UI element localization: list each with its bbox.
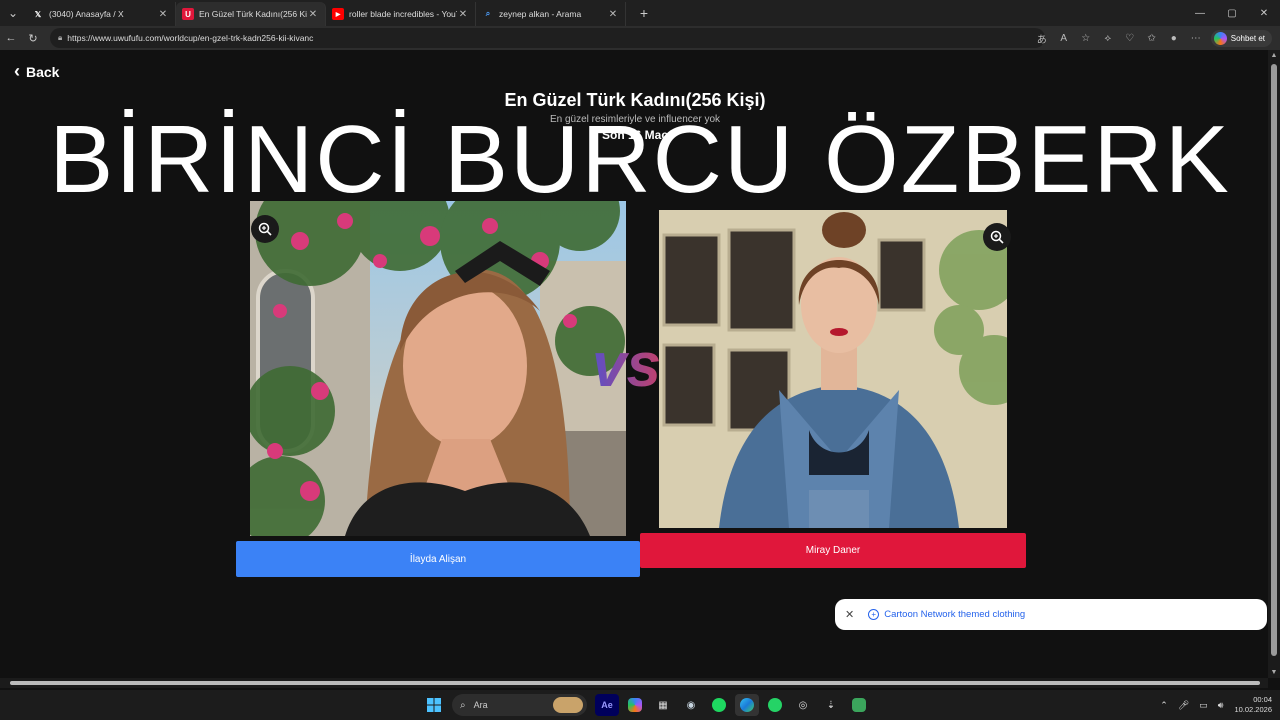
chevron-left-icon: ‹: [14, 61, 20, 81]
clock-time: 00:04: [1253, 695, 1272, 704]
x-logo-icon: 𝕏: [34, 9, 42, 19]
versus-label: vs: [592, 331, 661, 400]
copilot-icon: [1213, 31, 1227, 45]
address-bar[interactable]: 🔒︎ https://www.uwufufu.com/worldcup/en-g…: [50, 28, 1045, 48]
extensions-icon[interactable]: ⟡: [1097, 33, 1119, 44]
candidate-name-left: İlayda Alişan: [409, 553, 467, 565]
copilot-button[interactable]: Sohbet et: [1210, 29, 1272, 47]
display-icon[interactable]: ▭: [1199, 700, 1208, 711]
discord-icon[interactable]: [847, 694, 871, 716]
youtube-logo-icon: ▶: [332, 8, 344, 20]
lock-icon: 🔒︎: [58, 33, 63, 42]
search-highlight-icon: [553, 697, 583, 713]
read-aloud-icon[interactable]: A: [1053, 33, 1075, 44]
close-tab-icon[interactable]: ✕: [157, 9, 169, 20]
window-controls: — ▢ ✕: [1184, 0, 1280, 26]
app-icon[interactable]: ◎: [791, 694, 815, 716]
download-icon[interactable]: ⇣: [819, 694, 843, 716]
whatsapp-icon[interactable]: [763, 694, 787, 716]
plus-circle-icon: +: [868, 609, 880, 620]
tab-x-home[interactable]: 𝕏 (3040) Anasayfa / X ✕: [26, 2, 176, 26]
system-tray: ⌃ 🎤︎ ▭ 🔊︎ 00:04 10.02.2026: [1155, 693, 1272, 717]
taskbar: ⌕ Ara Ae ▦ ◉ ◎ ⇣ ⌃ 🎤︎ ▭ 🔊︎ 00:04 10.02.2…: [0, 690, 1280, 720]
chevron-up-icon[interactable]: ⌃: [1160, 700, 1168, 711]
scroll-up-icon[interactable]: ▲: [1270, 52, 1278, 59]
tab-title: zeynep alkan - Arama: [499, 9, 582, 19]
clock[interactable]: 00:04 10.02.2026: [1234, 695, 1272, 715]
suggestion-popup[interactable]: ✕ + Cartoon Network themed clothing: [835, 599, 1267, 630]
tab-title: En Güzel Türk Kadını(256 Kişi) | Uwufufu: [199, 9, 307, 19]
url-text: https://www.uwufufu.com/worldcup/en-gzel…: [67, 33, 314, 43]
scrollbar-thumb[interactable]: [10, 681, 1260, 685]
page-content: ‹ Back En Güzel Türk Kadını(256 Kişi) En…: [0, 50, 1268, 678]
favorites-icon[interactable]: ✩: [1141, 33, 1163, 44]
search-icon: ⌕: [460, 699, 466, 711]
copilot-label: Sohbet et: [1230, 33, 1265, 43]
horizontal-scrollbar[interactable]: [0, 678, 1268, 688]
tab-youtube[interactable]: ▶ roller blade incredibles - YouTube ✕: [326, 2, 476, 26]
microphone-icon[interactable]: 🎤︎: [1178, 700, 1189, 711]
back-label: Back: [26, 63, 60, 80]
close-tab-icon[interactable]: ✕: [457, 9, 469, 20]
tab-bing-search[interactable]: ⌕ zeynep alkan - Arama ✕: [476, 2, 626, 26]
browser-essentials-icon[interactable]: ♡: [1119, 33, 1141, 44]
volume-icon[interactable]: 🔊︎: [1218, 700, 1224, 711]
steam-icon[interactable]: ◉: [679, 694, 703, 716]
back-arrow-icon[interactable]: ←: [0, 27, 22, 49]
address-toolbar: ← ↻ 🔒︎ https://www.uwufufu.com/worldcup/…: [0, 26, 1280, 50]
minimize-icon[interactable]: —: [1184, 0, 1216, 26]
close-tab-icon[interactable]: ✕: [307, 9, 319, 20]
zoom-in-icon[interactable]: [983, 223, 1011, 251]
favorite-star-icon[interactable]: ☆: [1075, 33, 1097, 44]
candidate-photo-left[interactable]: [250, 201, 626, 536]
toolbar-icons: あ A ☆ ⟡ ♡ ✩ ● ⋯ Sohbet et: [1031, 28, 1272, 48]
translate-icon[interactable]: あ: [1031, 31, 1053, 46]
refresh-icon[interactable]: ↻: [22, 27, 44, 49]
close-icon[interactable]: ✕: [845, 608, 854, 621]
close-tab-icon[interactable]: ✕: [607, 9, 619, 20]
spotify-icon[interactable]: [707, 694, 731, 716]
zoom-in-icon[interactable]: [251, 215, 279, 243]
scroll-down-icon[interactable]: ▼: [1270, 669, 1278, 676]
clock-date: 10.02.2026: [1234, 705, 1272, 714]
tab-title: roller blade incredibles - YouTube: [349, 9, 457, 19]
copilot-app-icon[interactable]: [623, 694, 647, 716]
suggestion-text[interactable]: Cartoon Network themed clothing: [884, 609, 1025, 620]
back-button[interactable]: ‹ Back: [14, 61, 59, 82]
windows-start-icon[interactable]: [422, 694, 446, 716]
candidate-name-right: Miray Daner: [805, 545, 861, 556]
calculator-icon[interactable]: ▦: [651, 694, 675, 716]
more-options-icon[interactable]: ⋯: [1185, 33, 1207, 44]
search-icon: ⌕: [485, 9, 491, 18]
tab-title: (3040) Anasayfa / X: [49, 9, 124, 19]
uwufufu-logo-icon: U: [182, 8, 194, 20]
taskbar-search[interactable]: ⌕ Ara: [452, 694, 587, 716]
choose-right-button[interactable]: Miray Daner: [640, 533, 1026, 568]
new-tab-icon[interactable]: +: [634, 5, 654, 21]
close-window-icon[interactable]: ✕: [1248, 0, 1280, 26]
choose-left-button[interactable]: İlayda Alişan: [236, 541, 640, 577]
tab-uwufufu[interactable]: U En Güzel Türk Kadını(256 Kişi) | Uwufu…: [176, 2, 326, 26]
candidate-photo-right[interactable]: [659, 210, 1007, 528]
edge-icon[interactable]: [735, 694, 759, 716]
tab-bar: ⌄ 𝕏 (3040) Anasayfa / X ✕ U En Güzel Tür…: [0, 0, 1280, 26]
taskbar-search-placeholder: Ara: [473, 700, 488, 710]
tab-actions-menu-icon[interactable]: ⌄: [0, 0, 26, 26]
maximize-icon[interactable]: ▢: [1216, 0, 1248, 26]
profile-icon[interactable]: ●: [1163, 33, 1185, 44]
video-caption-overlay: BİRİNCİ BURCU ÖZBERK: [49, 106, 1231, 213]
after-effects-icon[interactable]: Ae: [595, 694, 619, 716]
